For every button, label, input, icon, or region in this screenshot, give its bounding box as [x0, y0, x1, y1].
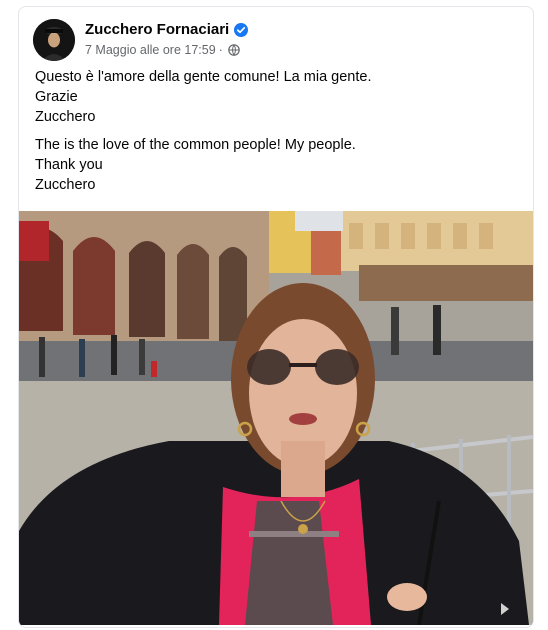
post-text-english: The is the love of the common people! My…	[35, 135, 515, 195]
author-name-row: Zucchero Fornaciari	[85, 21, 249, 38]
text-line: Zucchero	[35, 109, 96, 125]
post-card: Zucchero Fornaciari 7 Maggio alle ore 17…	[18, 6, 534, 628]
post-text: Questo è l'amore della gente comune! La …	[35, 67, 515, 203]
text-line: Thank you	[35, 157, 103, 173]
verified-badge-icon	[234, 22, 249, 37]
text-line: The is the love of the common people! My…	[35, 137, 356, 153]
text-line: Grazie	[35, 89, 78, 105]
post-video[interactable]	[19, 211, 533, 625]
post-date[interactable]: 7 Maggio alle ore 17:59	[85, 43, 216, 57]
meta-separator: ·	[218, 43, 223, 57]
post-text-italian: Questo è l'amore della gente comune! La …	[35, 67, 515, 127]
globe-icon	[228, 44, 240, 56]
post-header: Zucchero Fornaciari 7 Maggio alle ore 17…	[33, 19, 513, 63]
author-name[interactable]: Zucchero Fornaciari	[85, 21, 229, 38]
video-frame	[19, 211, 533, 625]
author-avatar[interactable]	[33, 19, 75, 61]
post-meta: 7 Maggio alle ore 17:59 ·	[85, 43, 240, 57]
text-line: Questo è l'amore della gente comune! La …	[35, 69, 372, 85]
text-line: Zucchero	[35, 177, 96, 193]
